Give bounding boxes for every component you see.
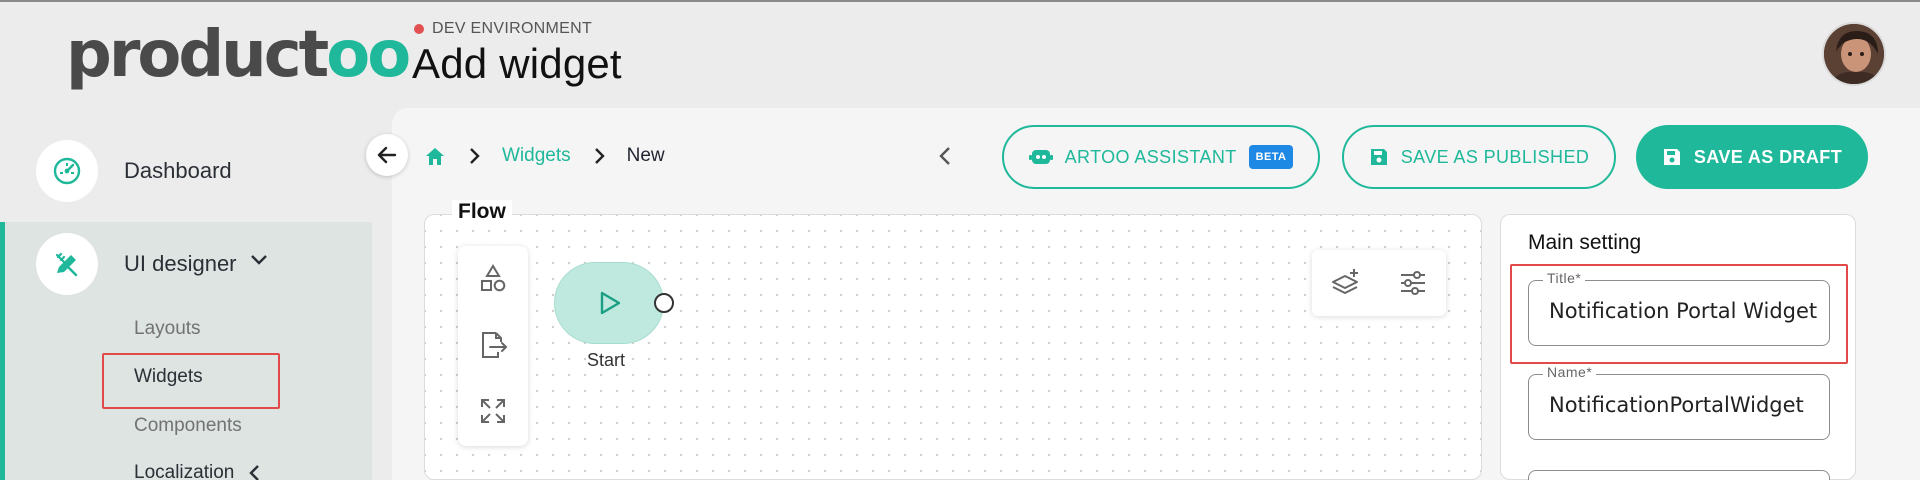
collapse-toolbar-button[interactable] bbox=[936, 144, 956, 173]
name-field-label: Name* bbox=[1543, 364, 1597, 380]
save-as-published-button[interactable]: SAVE AS PUBLISHED bbox=[1342, 125, 1616, 189]
assistant-label: ARTOO ASSISTANT bbox=[1064, 146, 1237, 167]
chevron-down-icon bbox=[250, 255, 267, 265]
environment-dot-icon bbox=[414, 24, 424, 34]
breadcrumb-current: New bbox=[626, 145, 665, 166]
user-avatar[interactable] bbox=[1822, 22, 1886, 86]
widgets-highlight-box bbox=[102, 353, 280, 409]
environment-indicator: DEV ENVIRONMENT bbox=[414, 20, 592, 38]
environment-label: DEV ENVIRONMENT bbox=[432, 20, 593, 37]
start-node[interactable] bbox=[554, 262, 664, 344]
fit-view-tool-button[interactable] bbox=[458, 386, 528, 436]
arrow-left-icon bbox=[377, 146, 397, 164]
avatar-image bbox=[1824, 24, 1884, 84]
flow-title: Flow bbox=[452, 200, 512, 224]
sidebar-subitem-components[interactable]: Components bbox=[134, 415, 242, 437]
draft-label: SAVE AS DRAFT bbox=[1693, 146, 1843, 167]
sidebar: Dashboard UI designer Layouts Widgets Co… bbox=[0, 100, 372, 480]
home-icon[interactable] bbox=[424, 145, 446, 167]
publish-label: SAVE AS PUBLISHED bbox=[1400, 146, 1590, 167]
logo-accent-text: oo bbox=[326, 18, 411, 92]
settings-title: Main setting bbox=[1528, 231, 1642, 254]
name-input[interactable] bbox=[1549, 393, 1817, 417]
start-node-label: Start bbox=[587, 350, 626, 370]
flow-toolbox bbox=[458, 246, 528, 446]
sidebar-item-dashboard[interactable]: Dashboard bbox=[36, 140, 232, 202]
add-layer-icon[interactable] bbox=[1330, 267, 1362, 299]
sidebar-subitem-layouts[interactable]: Layouts bbox=[134, 318, 201, 340]
export-tool-button[interactable] bbox=[458, 320, 528, 370]
productoo-logo[interactable]: productoo bbox=[66, 22, 411, 92]
breadcrumb-link-widgets[interactable]: Widgets bbox=[502, 145, 571, 167]
play-icon bbox=[600, 291, 621, 315]
expand-icon bbox=[481, 399, 505, 423]
title-highlight-box bbox=[1510, 264, 1848, 364]
start-node-output-port[interactable] bbox=[654, 293, 674, 313]
shapes-tool-button[interactable] bbox=[458, 254, 528, 304]
robot-icon bbox=[1028, 150, 1053, 164]
sidebar-item-ui-designer[interactable]: UI designer bbox=[36, 233, 269, 295]
artoo-assistant-button[interactable]: ARTOO ASSISTANT BETA bbox=[1002, 125, 1320, 189]
chevron-left-icon bbox=[249, 465, 260, 480]
sidebar-item-label: UI designer bbox=[124, 251, 237, 276]
breadcrumb: Widgets New bbox=[424, 140, 665, 172]
save-icon bbox=[1370, 149, 1387, 165]
save-as-draft-button[interactable]: SAVE AS DRAFT bbox=[1636, 125, 1868, 189]
sidebar-subitem-localization[interactable]: Localization bbox=[134, 462, 260, 480]
design-pencil-ruler-icon bbox=[36, 233, 98, 295]
breadcrumb-separator-icon bbox=[468, 147, 480, 165]
logo-text: product bbox=[66, 18, 329, 92]
window-top-border bbox=[0, 0, 1920, 2]
active-indicator-bar bbox=[0, 222, 5, 480]
flow-canvas-tools bbox=[1312, 250, 1446, 316]
dashboard-gauge-icon bbox=[36, 140, 98, 202]
back-button[interactable] bbox=[366, 134, 408, 176]
beta-badge: BETA bbox=[1248, 145, 1294, 169]
sidebar-subitem-label: Localization bbox=[134, 462, 235, 480]
chevron-left-icon bbox=[939, 147, 950, 165]
sliders-settings-icon[interactable] bbox=[1397, 267, 1429, 299]
file-export-icon bbox=[482, 332, 508, 358]
shapes-icon bbox=[481, 264, 506, 292]
next-field[interactable] bbox=[1528, 470, 1830, 480]
save-icon bbox=[1663, 149, 1680, 165]
name-field[interactable]: Name* bbox=[1528, 364, 1830, 440]
sidebar-item-label: Dashboard bbox=[124, 158, 232, 183]
breadcrumb-separator-icon bbox=[593, 147, 605, 165]
page-title: Add widget bbox=[412, 40, 622, 87]
